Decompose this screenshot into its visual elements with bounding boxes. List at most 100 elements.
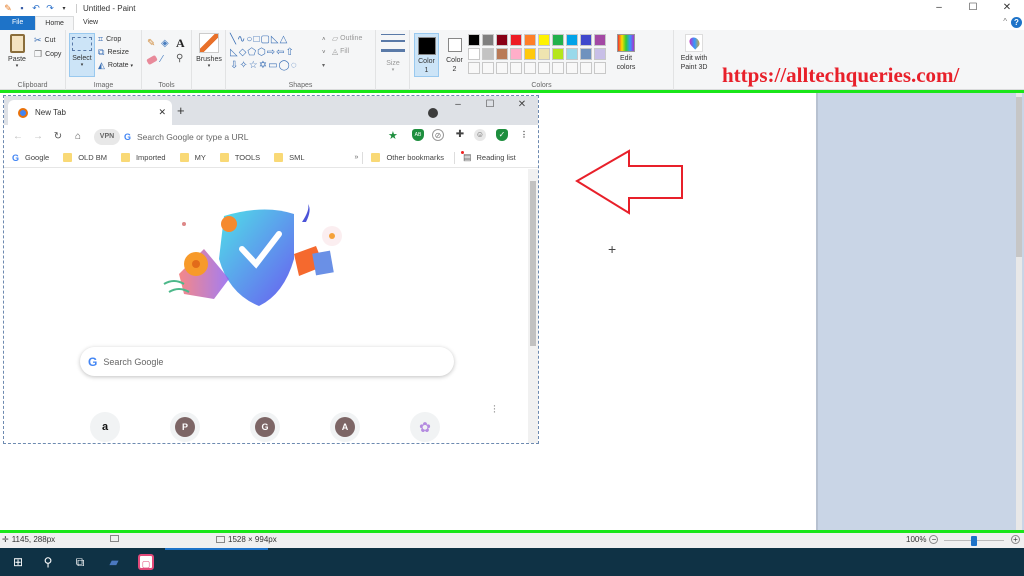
size-button[interactable]: Size ▾ bbox=[381, 34, 405, 73]
browser-close-button[interactable]: ✕ bbox=[506, 99, 538, 110]
search-icon[interactable]: ⚲ bbox=[40, 554, 56, 570]
customize-icon[interactable]: ⫶ bbox=[493, 404, 496, 417]
minimize-button[interactable]: – bbox=[922, 0, 956, 16]
bookmark-folder-old-bm[interactable]: OLD BM bbox=[63, 153, 107, 162]
rotate-dropdown-icon[interactable]: ▾ bbox=[131, 63, 134, 69]
palette-swatch[interactable] bbox=[538, 34, 550, 46]
shortcut-amazon[interactable]: a bbox=[90, 412, 120, 442]
palette-swatch[interactable] bbox=[594, 62, 606, 74]
search-google-box[interactable]: G Search Google bbox=[80, 347, 454, 376]
fill-bucket-icon[interactable]: ◈ bbox=[161, 38, 169, 49]
text-tool-icon[interactable]: A bbox=[176, 36, 185, 51]
tab-file[interactable]: File bbox=[0, 16, 36, 30]
palette-swatch[interactable] bbox=[538, 62, 550, 74]
palette-swatch[interactable] bbox=[580, 48, 592, 60]
palette-swatch[interactable] bbox=[510, 48, 522, 60]
browser-scrollbar[interactable] bbox=[528, 169, 538, 443]
cut-button[interactable]: ✂ Cut bbox=[34, 35, 55, 46]
profile-icon[interactable]: ☺ bbox=[474, 129, 486, 141]
tab-search-icon[interactable] bbox=[428, 108, 438, 118]
zoom-out-button[interactable]: − bbox=[929, 535, 939, 544]
color1-button[interactable]: Color 1 bbox=[414, 33, 439, 77]
palette-swatch[interactable] bbox=[580, 34, 592, 46]
vpn-button[interactable]: VPN bbox=[94, 128, 120, 145]
palette-swatch[interactable] bbox=[468, 34, 480, 46]
palette-swatch[interactable] bbox=[566, 62, 578, 74]
home-icon[interactable]: ⌂ bbox=[68, 131, 88, 142]
palette-swatch[interactable] bbox=[594, 34, 606, 46]
select-dropdown-icon[interactable]: ▾ bbox=[70, 62, 94, 68]
shortcut-p[interactable]: P bbox=[170, 412, 200, 442]
palette-swatch[interactable] bbox=[482, 34, 494, 46]
palette-swatch[interactable] bbox=[496, 62, 508, 74]
forward-icon[interactable]: → bbox=[28, 131, 48, 142]
maximize-button[interactable]: ☐ bbox=[956, 0, 990, 16]
zoom-in-button[interactable]: + bbox=[1011, 535, 1020, 544]
adblock-icon[interactable]: AB bbox=[412, 129, 424, 141]
pencil-icon[interactable]: ✎ bbox=[147, 38, 155, 49]
browser-minimize-button[interactable]: – bbox=[442, 99, 474, 110]
bookmark-folder-imported[interactable]: Imported bbox=[120, 153, 166, 162]
help-button[interactable]: ? bbox=[1011, 17, 1022, 28]
reload-icon[interactable]: ↻ bbox=[48, 131, 68, 142]
palette-swatch[interactable] bbox=[566, 48, 578, 60]
vertical-scrollbar-thumb[interactable] bbox=[1016, 97, 1022, 257]
outline-button[interactable]: ▱ Outline bbox=[332, 34, 362, 43]
fill-button[interactable]: ◬ Fill bbox=[332, 47, 349, 56]
shortcut-a[interactable]: A bbox=[330, 412, 360, 442]
customize-quick-access-icon[interactable]: ▾ bbox=[58, 2, 70, 14]
bookmark-folder-sml[interactable]: SML bbox=[274, 153, 305, 162]
resize-button[interactable]: ⧉ Resize bbox=[98, 47, 129, 58]
shortcut-g[interactable]: G bbox=[250, 412, 280, 442]
palette-swatch[interactable] bbox=[524, 48, 536, 60]
palette-swatch[interactable] bbox=[482, 62, 494, 74]
new-tab-button[interactable]: + bbox=[177, 103, 185, 118]
copy-button[interactable]: ❐ Copy bbox=[34, 49, 61, 60]
eraser-icon[interactable] bbox=[146, 54, 158, 66]
more-bookmarks-button[interactable]: » bbox=[355, 154, 359, 161]
bookmark-folder-tools[interactable]: TOOLS bbox=[219, 153, 260, 162]
browser-menu-icon[interactable]: ⋮ bbox=[518, 129, 530, 141]
paste-button[interactable]: Paste ▾ bbox=[4, 34, 30, 69]
crop-button[interactable]: ⌗ Crop bbox=[98, 34, 121, 45]
palette-swatch[interactable] bbox=[496, 34, 508, 46]
brushes-button[interactable]: Brushes ▾ bbox=[195, 33, 223, 69]
palette-swatch[interactable] bbox=[510, 62, 522, 74]
edit-colors-button[interactable]: Edit colors bbox=[615, 34, 637, 72]
shortcut-flower[interactable]: ✿ bbox=[410, 412, 440, 442]
redo-icon[interactable]: ↷ bbox=[44, 2, 56, 14]
paint-taskbar-icon[interactable]: ▰ bbox=[106, 554, 122, 570]
edit-with-paint3d-button[interactable]: Edit with Paint 3D bbox=[676, 34, 712, 72]
color-picker-icon[interactable]: ⁄ bbox=[161, 54, 163, 65]
other-bookmarks[interactable]: Other bookmarks bbox=[371, 153, 444, 162]
windows-start-icon[interactable]: ⊞ bbox=[10, 554, 26, 570]
palette-swatch[interactable] bbox=[566, 34, 578, 46]
shield-extension-icon[interactable]: ✓ bbox=[496, 129, 508, 141]
palette-swatch[interactable] bbox=[496, 48, 508, 60]
undo-icon[interactable]: ↶ bbox=[30, 2, 42, 14]
reading-list[interactable]: ▤ Reading list bbox=[460, 151, 516, 163]
palette-swatch[interactable] bbox=[552, 62, 564, 74]
back-icon[interactable]: ← bbox=[8, 131, 28, 142]
rotate-button[interactable]: ◭ Rotate ▾ bbox=[98, 60, 133, 71]
palette-swatch[interactable] bbox=[482, 48, 494, 60]
browser-maximize-button[interactable]: ☐ bbox=[474, 99, 506, 110]
pasted-browser-screenshot[interactable]: New Tab ✕ + – ☐ ✕ ← → ↻ ⌂ VPN G Search G… bbox=[3, 95, 539, 444]
save-icon[interactable]: ▪ bbox=[16, 2, 28, 14]
color2-button[interactable]: Color 2 bbox=[442, 33, 467, 77]
task-view-icon[interactable]: ⧉ bbox=[72, 554, 88, 570]
tab-view[interactable]: View bbox=[74, 16, 107, 30]
palette-swatch[interactable] bbox=[580, 62, 592, 74]
shapes-gallery[interactable]: ╲∿○□▢◺△ ◺◇⬠⬡⇨⇦⇧ ⇩✧☆✡▭◯◌ bbox=[230, 33, 322, 75]
bookmark-folder-my[interactable]: MY bbox=[179, 153, 206, 162]
magnifier-icon[interactable]: ⚲ bbox=[176, 53, 183, 64]
extensions-puzzle-icon[interactable]: ✚ bbox=[454, 129, 466, 141]
vertical-scrollbar[interactable] bbox=[1016, 93, 1022, 530]
palette-swatch[interactable] bbox=[524, 34, 536, 46]
select-button[interactable]: Select ▾ bbox=[69, 33, 95, 77]
tab-home[interactable]: Home bbox=[35, 16, 74, 30]
browser-scrollbar-thumb[interactable] bbox=[530, 181, 536, 346]
palette-swatch[interactable] bbox=[468, 62, 480, 74]
close-button[interactable]: ✕ bbox=[990, 0, 1024, 16]
sync-icon[interactable]: ⊘ bbox=[432, 129, 444, 141]
